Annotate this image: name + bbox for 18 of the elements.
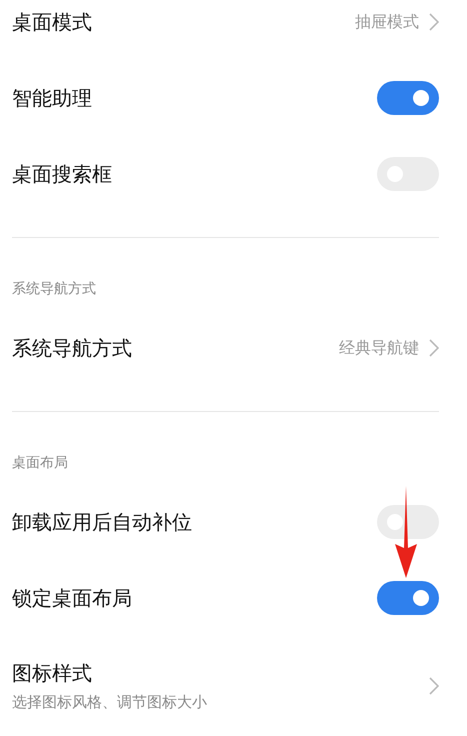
setting-label: 系统导航方式 (12, 334, 132, 362)
setting-label: 桌面搜索框 (12, 160, 112, 188)
setting-label: 智能助理 (12, 84, 92, 112)
chevron-right-icon (429, 677, 439, 695)
setting-label: 图标样式 (12, 660, 93, 687)
toggle-switch[interactable] (377, 505, 439, 539)
setting-label: 桌面模式 (12, 8, 92, 36)
setting-description: 选择图标风格、调节图标大小 (12, 693, 207, 712)
chevron-right-icon (429, 339, 439, 357)
setting-value[interactable]: 经典导航键 (339, 338, 419, 358)
toggle-switch[interactable] (377, 581, 439, 615)
chevron-right-icon (429, 13, 439, 31)
setting-label: 卸载应用后自动补位 (12, 508, 192, 536)
toggle-switch[interactable] (377, 81, 439, 115)
setting-label: 锁定桌面布局 (12, 584, 132, 612)
section-header: 系统导航方式 (11, 280, 97, 299)
section-header: 桌面布局 (11, 454, 69, 473)
setting-value[interactable]: 抽屉模式 (355, 12, 419, 32)
